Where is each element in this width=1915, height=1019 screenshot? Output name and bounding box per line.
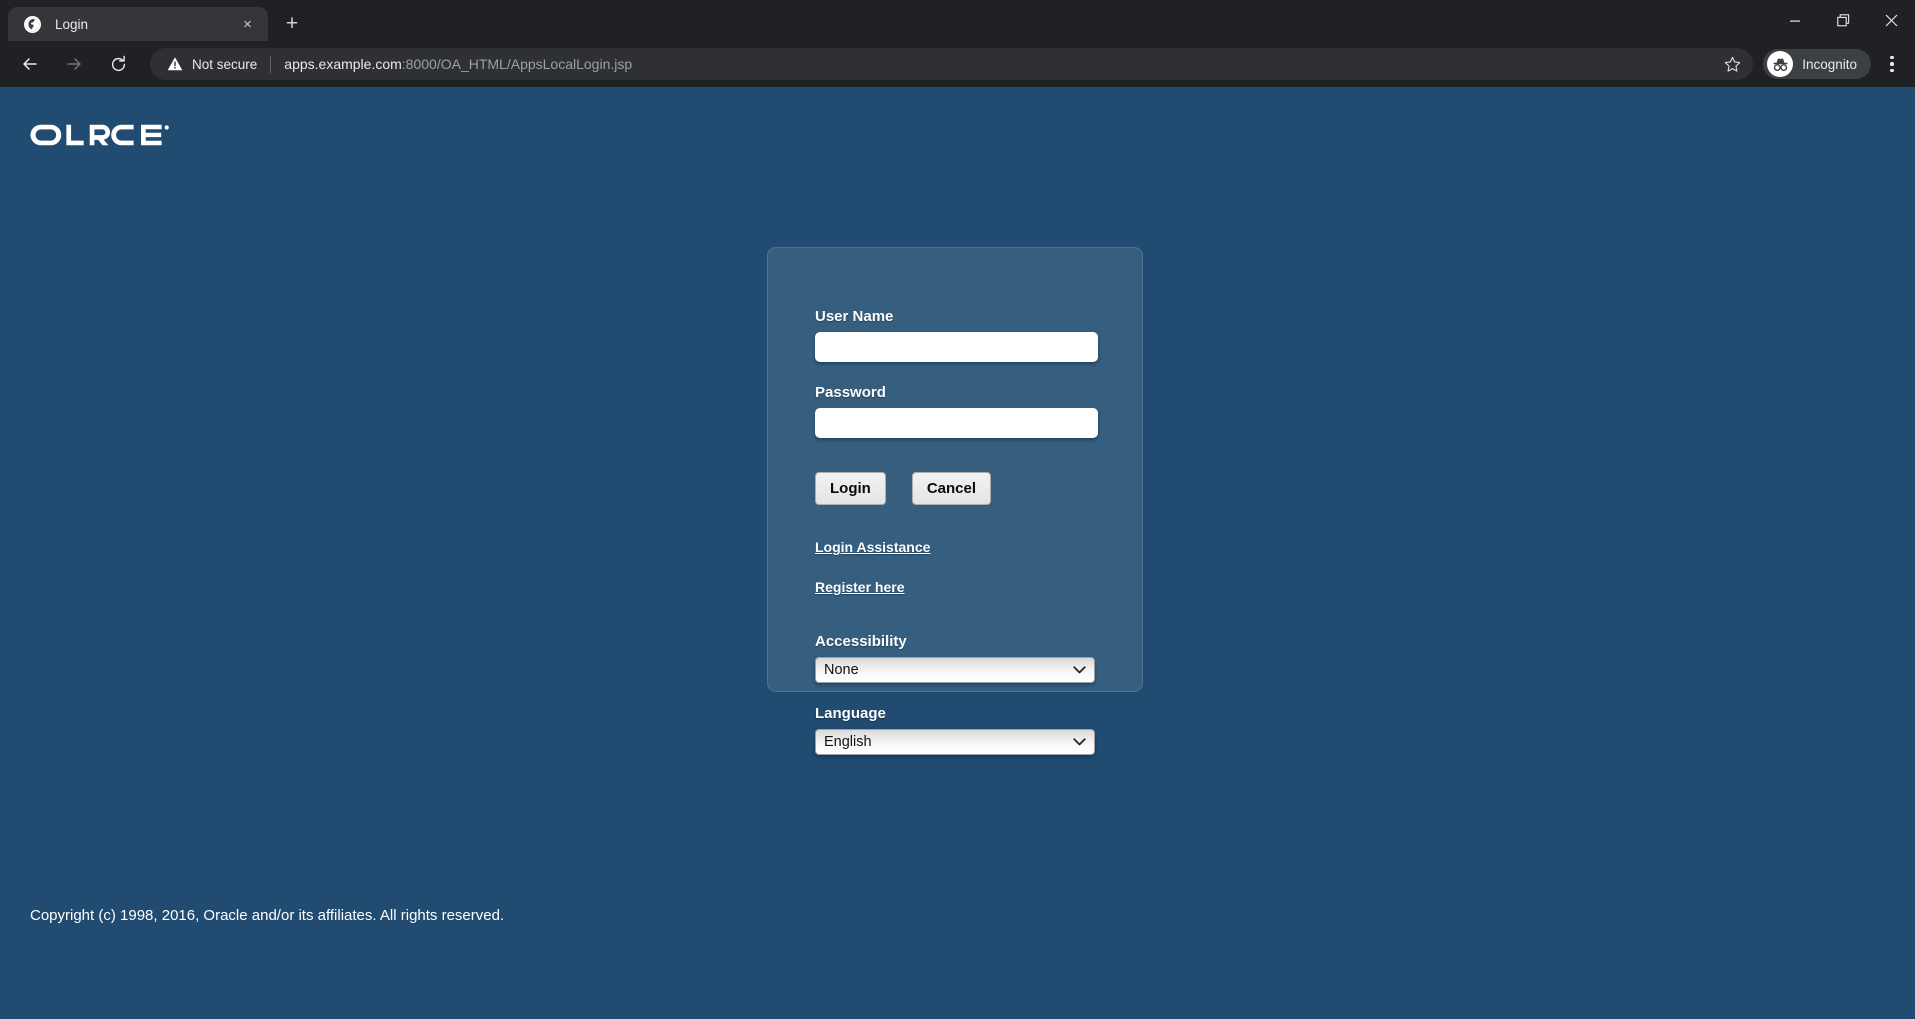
oracle-logo bbox=[30, 124, 170, 146]
new-tab-button[interactable]: + bbox=[277, 8, 307, 38]
restore-icon[interactable] bbox=[1819, 0, 1867, 41]
close-window-icon[interactable] bbox=[1867, 0, 1915, 41]
incognito-icon bbox=[1767, 51, 1793, 77]
menu-dot bbox=[1890, 56, 1894, 60]
login-button-row: Login Cancel bbox=[815, 472, 1142, 505]
incognito-label: Incognito bbox=[1802, 57, 1857, 72]
login-card: User Name Password Login Cancel Login As… bbox=[767, 247, 1143, 692]
language-label: Language bbox=[815, 705, 1142, 722]
close-tab-icon[interactable]: × bbox=[237, 14, 258, 35]
url-text: apps.example.com:8000/OA_HTML/AppsLocalL… bbox=[284, 56, 1717, 72]
forward-icon[interactable] bbox=[57, 47, 91, 81]
register-here-link[interactable]: Register here bbox=[815, 579, 904, 595]
login-assistance-link[interactable]: Login Assistance bbox=[815, 539, 930, 555]
minimize-icon[interactable] bbox=[1771, 0, 1819, 41]
accessibility-select[interactable]: None bbox=[815, 657, 1095, 683]
password-label: Password bbox=[815, 384, 1142, 401]
accessibility-label: Accessibility bbox=[815, 633, 1142, 650]
tab-strip: Login × + bbox=[0, 0, 1915, 41]
language-select-wrapper: English bbox=[815, 729, 1095, 755]
back-icon[interactable] bbox=[13, 47, 47, 81]
login-form: User Name Password Login Cancel Login As… bbox=[768, 248, 1142, 755]
url-path: :8000/OA_HTML/AppsLocalLogin.jsp bbox=[402, 56, 632, 72]
password-input[interactable] bbox=[815, 408, 1098, 438]
reload-icon[interactable] bbox=[101, 47, 135, 81]
warning-triangle-icon bbox=[166, 56, 183, 73]
tab-title: Login bbox=[55, 17, 237, 32]
username-input[interactable] bbox=[815, 332, 1098, 362]
address-bar[interactable]: Not secure apps.example.com:8000/OA_HTML… bbox=[150, 48, 1753, 80]
star-icon[interactable] bbox=[1717, 49, 1747, 79]
menu-dot bbox=[1890, 62, 1894, 66]
omnibox-divider bbox=[270, 56, 271, 73]
tab-login[interactable]: Login × bbox=[8, 7, 268, 41]
window-controls bbox=[1771, 0, 1915, 41]
globe-icon bbox=[24, 16, 41, 33]
security-status-text: Not secure bbox=[192, 57, 257, 72]
menu-dot bbox=[1890, 69, 1894, 73]
username-label: User Name bbox=[815, 308, 1142, 325]
login-button[interactable]: Login bbox=[815, 472, 886, 505]
oracle-login-page: User Name Password Login Cancel Login As… bbox=[0, 87, 1915, 1019]
incognito-profile-button[interactable]: Incognito bbox=[1763, 49, 1871, 79]
three-dot-menu-icon[interactable] bbox=[1877, 47, 1907, 81]
browser-toolbar: Not secure apps.example.com:8000/OA_HTML… bbox=[0, 41, 1915, 87]
accessibility-select-wrapper: None bbox=[815, 657, 1095, 683]
copyright-text: Copyright (c) 1998, 2016, Oracle and/or … bbox=[30, 907, 504, 924]
browser-window: Login × + bbox=[0, 0, 1915, 1019]
cancel-button[interactable]: Cancel bbox=[912, 472, 991, 505]
language-select[interactable]: English bbox=[815, 729, 1095, 755]
url-host: apps.example.com bbox=[284, 56, 402, 72]
